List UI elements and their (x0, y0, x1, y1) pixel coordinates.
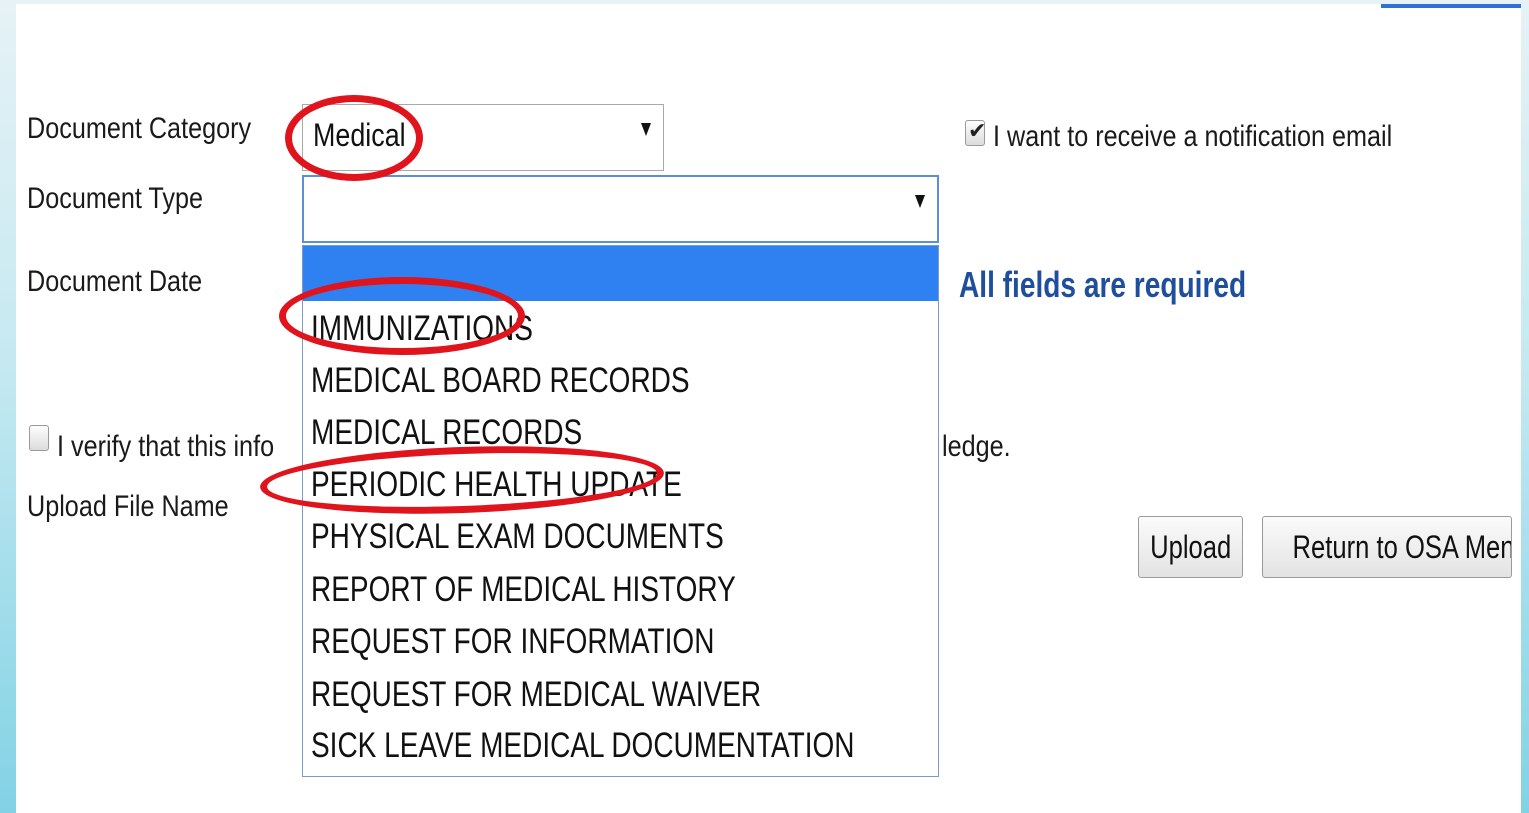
dropdown-arrow-icon (915, 195, 925, 208)
top-accent-bar (1381, 4, 1521, 8)
dropdown-arrow-icon (641, 123, 651, 136)
dropdown-option-report-of-medical-history[interactable]: REPORT OF MEDICAL HISTORY (303, 564, 938, 616)
dropdown-option-request-for-information[interactable]: REQUEST FOR INFORMATION (303, 616, 938, 668)
upload-file-name-label: Upload File Name (27, 490, 229, 523)
document-type-select[interactable] (302, 175, 939, 243)
document-date-label: Document Date (27, 265, 203, 298)
document-category-value: Medical (313, 117, 406, 153)
return-to-osa-menu-button[interactable]: Return to OSA Menu (1262, 516, 1512, 578)
verify-information-checkbox[interactable] (29, 425, 49, 451)
notification-email-checkbox[interactable]: ✔ (965, 119, 987, 146)
required-fields-note: All fields are required (959, 264, 1247, 305)
dropdown-option-physical-exam-documents[interactable]: PHYSICAL EXAM DOCUMENTS (303, 511, 938, 563)
verify-label-start: I verify that this info (57, 430, 275, 463)
dropdown-option-periodic-health-update[interactable]: PERIODIC HEALTH UPDATE (303, 459, 938, 511)
document-type-label: Document Type (27, 182, 204, 215)
verify-label-end: ledge. (942, 430, 1011, 463)
dropdown-option-blank[interactable] (303, 246, 938, 301)
return-button-label: Return to OSA Menu (1292, 528, 1512, 565)
document-category-select[interactable]: Medical (302, 104, 664, 171)
upload-button-label: Upload (1149, 528, 1232, 565)
dropdown-option-medical-records[interactable]: MEDICAL RECORDS (303, 407, 938, 459)
checkmark-icon: ✔ (968, 119, 987, 144)
document-type-dropdown-list[interactable]: IMMUNIZATIONS MEDICAL BOARD RECORDS MEDI… (302, 245, 939, 777)
dropdown-option-immunizations[interactable]: IMMUNIZATIONS (303, 303, 938, 355)
document-category-label: Document Category (27, 112, 252, 145)
notification-email-label: I want to receive a notification email (993, 120, 1393, 153)
upload-button[interactable]: Upload (1138, 516, 1243, 578)
dropdown-option-request-for-medical-waiver[interactable]: REQUEST FOR MEDICAL WAIVER (303, 669, 938, 721)
dropdown-option-medical-board-records[interactable]: MEDICAL BOARD RECORDS (303, 355, 938, 407)
dropdown-option-sick-leave-medical-documentation[interactable]: SICK LEAVE MEDICAL DOCUMENTATION (303, 720, 938, 772)
